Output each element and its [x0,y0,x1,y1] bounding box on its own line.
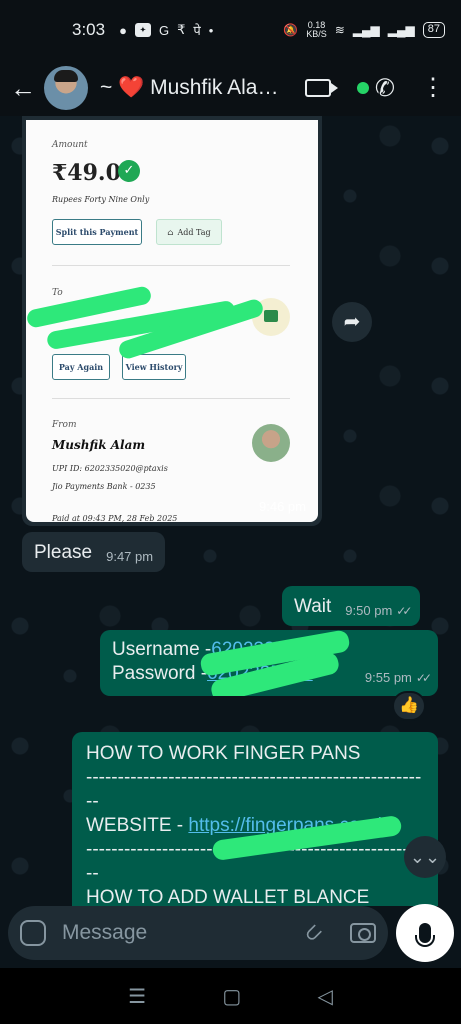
add-tag-button: ⌂ Add Tag [156,219,222,245]
battery-indicator: 87 [422,22,445,38]
status-bar: 3:03 ● ✦ G ₹ पे • 🔕 0.18 KB/S ≋ ▂▄▆ ▂▄▆ … [0,0,461,60]
message-bubble-outgoing[interactable]: HOW TO WORK FINGER PANS ----------------… [72,732,438,906]
message-time: 9:50 pm [345,603,393,618]
split-payment-button: Split this Payment [52,219,142,245]
message-time: 9:55 pm [364,670,412,685]
tag-icon: ⌂ [167,227,174,237]
password-label: Password - [112,663,208,684]
home-icon[interactable]: ▢ [222,984,241,1009]
website-label: WEBSITE - [86,815,189,836]
receipt-footer: Paid at 09:43 PM, 28 Feb 2025 [52,514,178,522]
more-options-icon[interactable]: ⋮ [421,76,445,100]
receipt-divider [52,265,290,266]
recent-apps-icon[interactable]: ☰ [128,984,146,1009]
back-arrow-icon[interactable]: ← [10,73,38,104]
rupee-app-icon: ₹ [177,22,186,37]
system-nav-bar: ☰ ▢ ◁ [0,968,461,1024]
signal-icon-1: ▂▄▆ [352,23,380,37]
dot-icon: • [208,22,214,38]
contact-avatar[interactable] [44,66,88,110]
google-icon: G [158,22,170,38]
payment-receipt-image[interactable]: Amount ₹49.00 ✓ Rupees Forty Nine Only S… [26,120,318,522]
message-composer: ⊂ [0,904,461,968]
mute-icon: 🔕 [283,23,299,37]
receipt-upi-id: UPI ID: 6202335020@ptaxis [52,464,168,473]
chat-header: ← ~ ❤️ Mushfik Ala… ✆ ⋮ [0,60,461,116]
pay-again-button: Pay Again [52,354,110,380]
scroll-to-bottom-button[interactable]: ⌄⌄ [404,836,446,878]
signal-icon-2: ▂▄▆ [387,23,415,37]
image-message[interactable]: Amount ₹49.00 ✓ Rupees Forty Nine Only S… [22,116,322,526]
verified-check-icon: ✓ [118,160,140,182]
thumbs-up-reaction[interactable]: 👍 [392,691,426,721]
forward-icon[interactable]: ➦ [332,302,372,342]
message-input[interactable] [62,921,262,945]
camera-icon[interactable] [350,923,376,943]
chat-notification-icon: ● [119,22,127,38]
contact-name[interactable]: ~ ❤️ Mushfik Ala… [100,76,278,100]
phonepe-icon: पे [193,23,201,38]
message-bubble-outgoing[interactable]: Wait 9:50 pm ✓✓ [282,586,421,626]
message-bubble-incoming[interactable]: Please 9:47 pm [22,532,166,572]
online-indicator [356,82,369,94]
receipt-to-label: To [52,288,63,298]
message-next-line: HOW TO ADD WALLET BLANCE [86,887,370,906]
receipt-amount-words: Rupees Forty Nine Only [52,195,150,204]
receipt-from-label: From [52,420,77,430]
message-divider-end: -- [86,791,99,812]
message-divider-end: -- [86,863,99,884]
view-history-button: View History [122,354,186,380]
video-call-icon[interactable] [304,79,338,97]
voice-call-icon[interactable]: ✆ [375,74,395,103]
app-notification-icon: ✦ [134,23,151,37]
message-text: Please [34,542,93,563]
sender-photo [252,424,290,462]
receipt-bank: Jio Payments Bank - 0235 [52,482,156,491]
mic-icon [415,923,435,947]
sticker-icon[interactable] [20,920,46,946]
receipt-amount-label: Amount [52,140,88,150]
receipt-divider [52,398,290,399]
receipt-from-name: Mushfik Alam [52,438,146,452]
back-nav-icon[interactable]: ◁ [317,984,332,1009]
speed-unit: KB/S [306,29,327,39]
message-input-box[interactable]: ⊂ [8,906,388,960]
message-bubble-outgoing[interactable]: Username -62023350 Password -6202335020 … [100,630,438,696]
message-text: Wait [294,596,332,617]
network-speed: 0.18 KB/S [306,21,327,39]
read-ticks-icon: ✓✓ [396,604,412,618]
message-title: HOW TO WORK FINGER PANS [86,743,361,764]
status-time: 3:03 [72,20,106,39]
message-divider: ----------------------------------------… [86,767,422,788]
wifi-icon: ≋ [334,23,345,37]
image-message-time: 9:46 pm [259,499,306,514]
chat-area[interactable]: Amount ₹49.00 ✓ Rupees Forty Nine Only S… [0,116,461,906]
add-tag-label: Add Tag [177,227,211,237]
voice-message-button[interactable] [396,904,454,962]
attach-icon[interactable]: ⊂ [297,917,328,948]
username-label: Username - [112,639,212,660]
read-ticks-icon: ✓✓ [415,671,432,685]
message-time: 9:47 pm [106,549,154,564]
